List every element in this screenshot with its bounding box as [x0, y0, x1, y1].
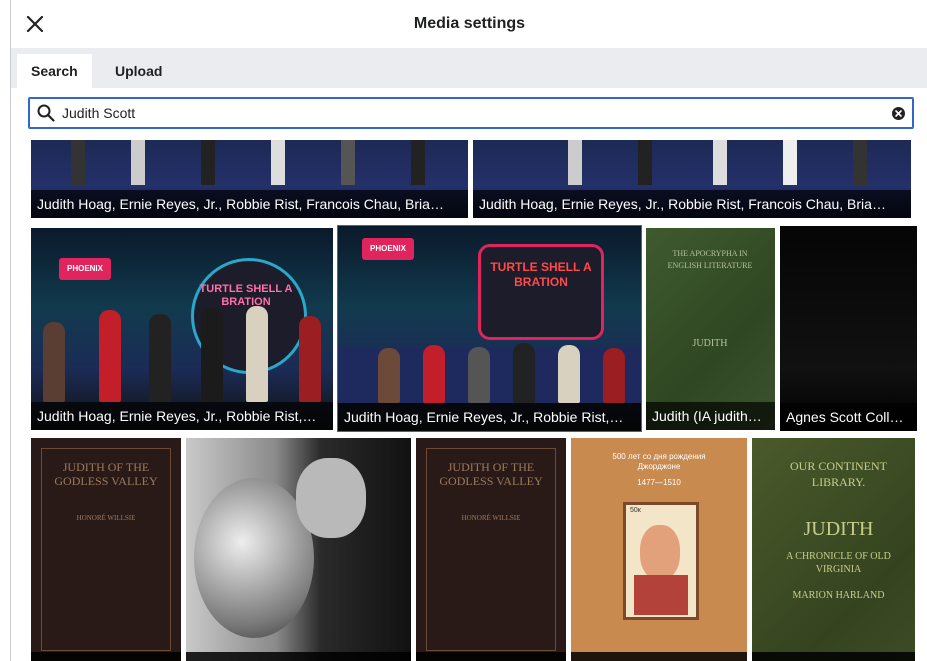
result-image: 500 лет со дня рождения Джорджоне 1477—1…	[571, 438, 747, 661]
result-thumbnail[interactable]: PHOENIX TURTLE SHELL A BRATION Judith Ho…	[31, 228, 333, 430]
stamp-portrait: 50к	[623, 502, 699, 620]
search-icon	[37, 104, 55, 122]
result-image	[780, 226, 917, 431]
people-group	[338, 313, 641, 403]
book-subtitle: A CHRONICLE OF OLD VIRGINIA	[786, 551, 891, 575]
people-group	[31, 282, 333, 402]
book-title: JUDITH	[803, 518, 874, 540]
phoenix-logo: PHOENIX	[362, 238, 414, 260]
book-title: JUDITH OF THE GODLESS VALLEY	[439, 460, 543, 488]
search-field[interactable]	[28, 97, 914, 129]
portrait-face	[296, 458, 366, 538]
tab-search[interactable]: Search	[17, 54, 92, 88]
book-title: JUDITH OF THE GODLESS VALLEY	[54, 460, 158, 488]
result-thumbnail[interactable]: Judith Hoag, Ernie Reyes, Jr., Robbie Ri…	[473, 140, 911, 218]
book-author: HONORÉ WILLSIE	[461, 514, 521, 522]
stamp-years: 1477—1510	[637, 478, 681, 487]
tab-bar: Search Upload	[11, 48, 927, 88]
search-results: Judith Hoag, Ernie Reyes, Jr., Robbie Ri…	[11, 140, 927, 661]
result-image: JUDITH OF THE GODLESS VALLEY HONORÉ WILL…	[31, 438, 181, 661]
result-thumbnail[interactable]: OUR CONTINENT LIBRARY. JUDITH A CHRONICL…	[752, 438, 915, 661]
result-image: PHOENIX TURTLE SHELL A BRATION	[338, 226, 641, 431]
result-caption: Judith (IA judith…	[646, 402, 775, 430]
book-subtitle: JUDITH	[692, 338, 728, 349]
search-input[interactable]	[62, 101, 862, 125]
result-image: THE APOCRYPHA IN ENGLISH LITERATURE JUDI…	[646, 228, 775, 430]
media-settings-dialog: Media settings Search Upload Judith Hoag…	[10, 0, 927, 661]
result-thumbnail-selected[interactable]: PHOENIX TURTLE SHELL A BRATION Judith Ho…	[337, 225, 642, 432]
result-image: OUR CONTINENT LIBRARY. JUDITH A CHRONICL…	[752, 438, 915, 661]
book-author: MARION HARLAND	[792, 590, 885, 601]
book-header: OUR CONTINENT LIBRARY.	[790, 459, 887, 489]
result-caption: Judith Hoag, Ernie Reyes, Jr., Robbie Ri…	[338, 403, 641, 431]
stamp-heading: 500 лет со дня рождения Джорджоне	[612, 452, 706, 471]
result-thumbnail[interactable]: Judith Hoag, Ernie Reyes, Jr., Robbie Ri…	[31, 140, 468, 218]
result-thumbnail[interactable]: THE APOCRYPHA IN ENGLISH LITERATURE JUDI…	[646, 228, 775, 430]
book-author: HONORÉ WILLSIE	[76, 514, 136, 522]
result-image	[186, 438, 411, 661]
book-title: THE APOCRYPHA IN ENGLISH LITERATURE	[667, 249, 753, 270]
result-image: PHOENIX TURTLE SHELL A BRATION	[31, 228, 333, 430]
result-thumbnail[interactable]	[186, 438, 411, 661]
result-caption: Judith Hoag, Ernie Reyes, Jr., Robbie Ri…	[31, 402, 333, 430]
result-thumbnail[interactable]: 500 лет со дня рождения Джорджоне 1477—1…	[571, 438, 747, 661]
clear-icon[interactable]	[892, 107, 905, 120]
result-caption: Judith Hoag, Ernie Reyes, Jr., Robbie Ri…	[31, 190, 468, 218]
tab-upload[interactable]: Upload	[101, 54, 176, 88]
dialog-header: Media settings	[11, 0, 927, 49]
dialog-title: Media settings	[413, 15, 526, 32]
result-thumbnail[interactable]: JUDITH OF THE GODLESS VALLEY HONORÉ WILL…	[416, 438, 566, 661]
result-image: JUDITH OF THE GODLESS VALLEY HONORÉ WILL…	[416, 438, 566, 661]
result-caption: Agnes Scott Coll…	[780, 403, 917, 431]
result-caption: Judith Hoag, Ernie Reyes, Jr., Robbie Ri…	[473, 190, 911, 218]
phoenix-logo: PHOENIX	[59, 258, 111, 280]
result-thumbnail[interactable]: Agnes Scott Coll…	[780, 226, 917, 431]
result-thumbnail[interactable]: JUDITH OF THE GODLESS VALLEY HONORÉ WILL…	[31, 438, 181, 661]
turtle-sign-text: TURTLE SHELL A BRATION	[490, 260, 592, 289]
